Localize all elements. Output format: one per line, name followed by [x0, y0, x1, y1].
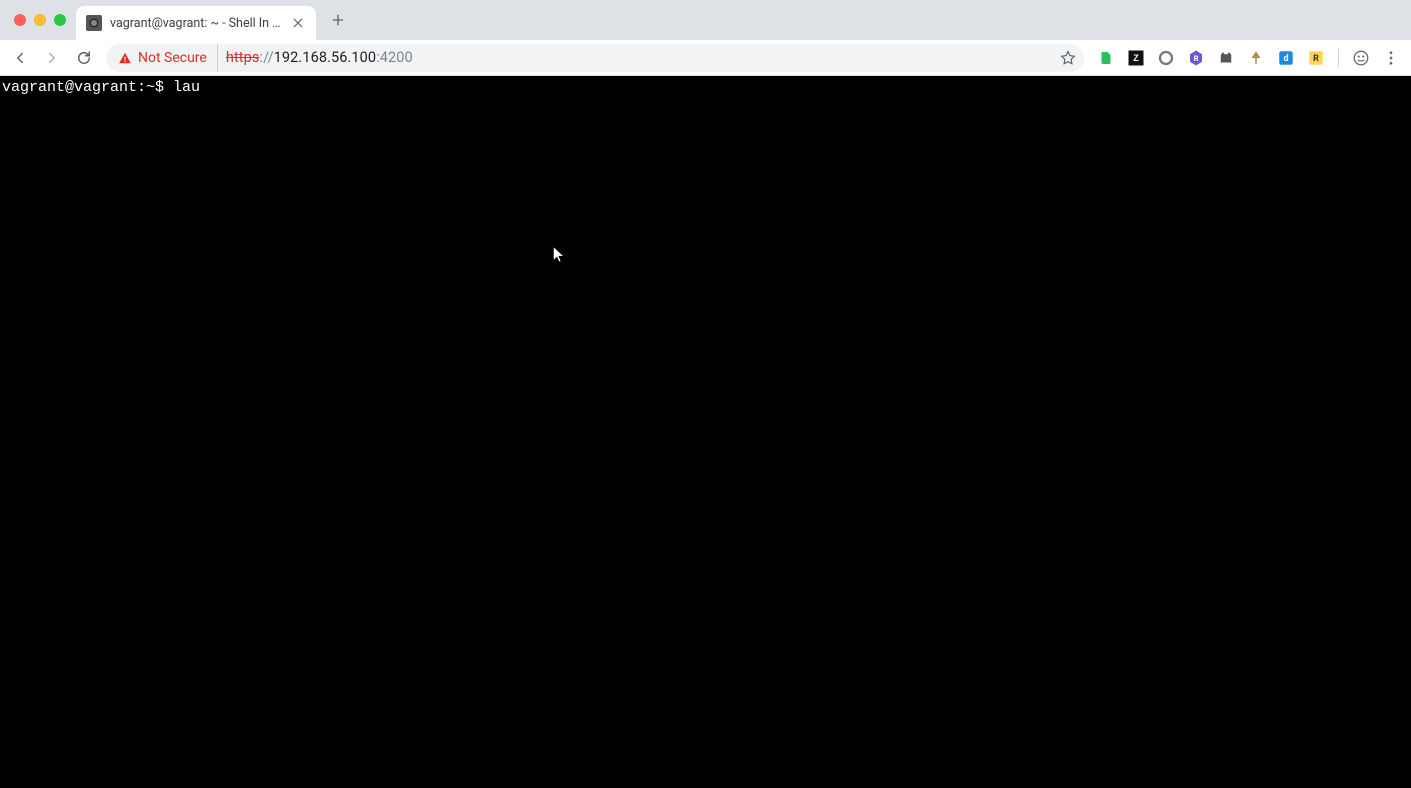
security-indicator[interactable]: Not Secure: [106, 44, 218, 72]
r-ext-icon[interactable]: R: [1304, 46, 1328, 70]
shell-command: lau: [173, 79, 200, 96]
reload-button[interactable]: [70, 44, 98, 72]
tab-favicon: [86, 15, 102, 31]
bookmark-star-button[interactable]: [1056, 46, 1080, 70]
evernote-ext-icon[interactable]: [1094, 46, 1118, 70]
forward-button[interactable]: [38, 44, 66, 72]
back-button[interactable]: [6, 44, 34, 72]
window-controls: [8, 0, 76, 40]
cat-ext-icon[interactable]: [1214, 46, 1238, 70]
profile-avatar-icon[interactable]: [1349, 46, 1373, 70]
url-port: :4200: [376, 49, 413, 66]
svg-text:R: R: [1194, 54, 1199, 63]
window-maximize-button[interactable]: [54, 14, 66, 26]
browser-menu-button[interactable]: [1379, 46, 1403, 70]
security-label: Not Secure: [138, 50, 207, 66]
terminal-viewport[interactable]: vagrant@vagrant:~$ lau: [0, 76, 1411, 788]
svg-text:Z: Z: [1133, 53, 1139, 63]
extensions-row: Z R d R: [1094, 46, 1405, 70]
z-ext-icon[interactable]: Z: [1124, 46, 1148, 70]
mouse-cursor-icon: [552, 245, 564, 263]
url-scheme: https: [226, 49, 260, 66]
window-close-button[interactable]: [14, 14, 26, 26]
d-ext-icon[interactable]: d: [1274, 46, 1298, 70]
circle-ext-icon[interactable]: [1154, 46, 1178, 70]
tab-strip: vagrant@vagrant: ~ - Shell In A Box: [0, 0, 1411, 40]
tab-title: vagrant@vagrant: ~ - Shell In A Box: [110, 16, 282, 31]
hex-ext-icon[interactable]: R: [1184, 46, 1208, 70]
warning-icon: [118, 51, 132, 65]
shell-prompt: vagrant@vagrant:~$: [2, 79, 173, 96]
browser-toolbar: Not Secure https://192.168.56.100:4200 Z…: [0, 40, 1411, 76]
window-minimize-button[interactable]: [34, 14, 46, 26]
address-bar[interactable]: Not Secure https://192.168.56.100:4200: [106, 44, 1084, 72]
toolbar-divider: [1338, 49, 1339, 67]
svg-text:d: d: [1283, 54, 1288, 64]
url-text: https://192.168.56.100:4200: [226, 49, 413, 66]
tab-close-button[interactable]: [290, 15, 306, 31]
terminal-line: vagrant@vagrant:~$ lau: [2, 78, 1411, 98]
url-scheme-separator: ://: [259, 49, 273, 66]
svg-text:R: R: [1313, 54, 1319, 64]
url-host: 192.168.56.100: [274, 49, 377, 66]
browser-tab[interactable]: vagrant@vagrant: ~ - Shell In A Box: [76, 6, 316, 40]
tree-ext-icon[interactable]: [1244, 46, 1268, 70]
new-tab-button[interactable]: [324, 6, 352, 34]
